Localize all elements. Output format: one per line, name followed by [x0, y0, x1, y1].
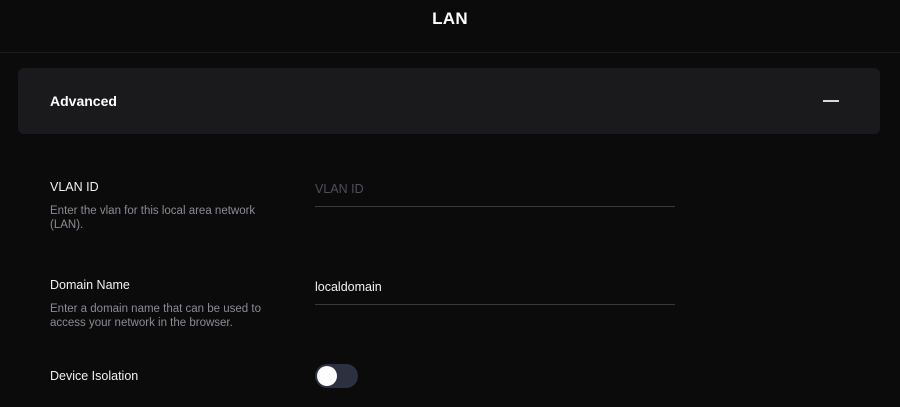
minus-icon[interactable] [822, 94, 840, 108]
advanced-section-header[interactable]: Advanced [18, 68, 880, 134]
domain-name-input[interactable] [315, 280, 675, 294]
device-isolation-row: Device Isolation [50, 364, 850, 388]
vlan-id-input[interactable] [315, 182, 675, 196]
section-title: Advanced [50, 93, 117, 109]
domain-name-field [315, 278, 675, 305]
domain-name-row: Domain Name Enter a domain name that can… [50, 278, 850, 330]
domain-name-description: Enter a domain name that can be used to … [50, 303, 261, 329]
device-isolation-toggle[interactable] [315, 364, 358, 388]
vlan-id-field [315, 180, 675, 207]
toggle-knob [317, 366, 337, 386]
page-title: LAN [432, 8, 468, 28]
vlan-id-row: VLAN ID Enter the vlan for this local ar… [50, 180, 850, 232]
device-isolation-label: Device Isolation [50, 369, 139, 383]
page-header: LAN [0, 0, 900, 53]
vlan-id-description: Enter the vlan for this local area netwo… [50, 205, 256, 231]
